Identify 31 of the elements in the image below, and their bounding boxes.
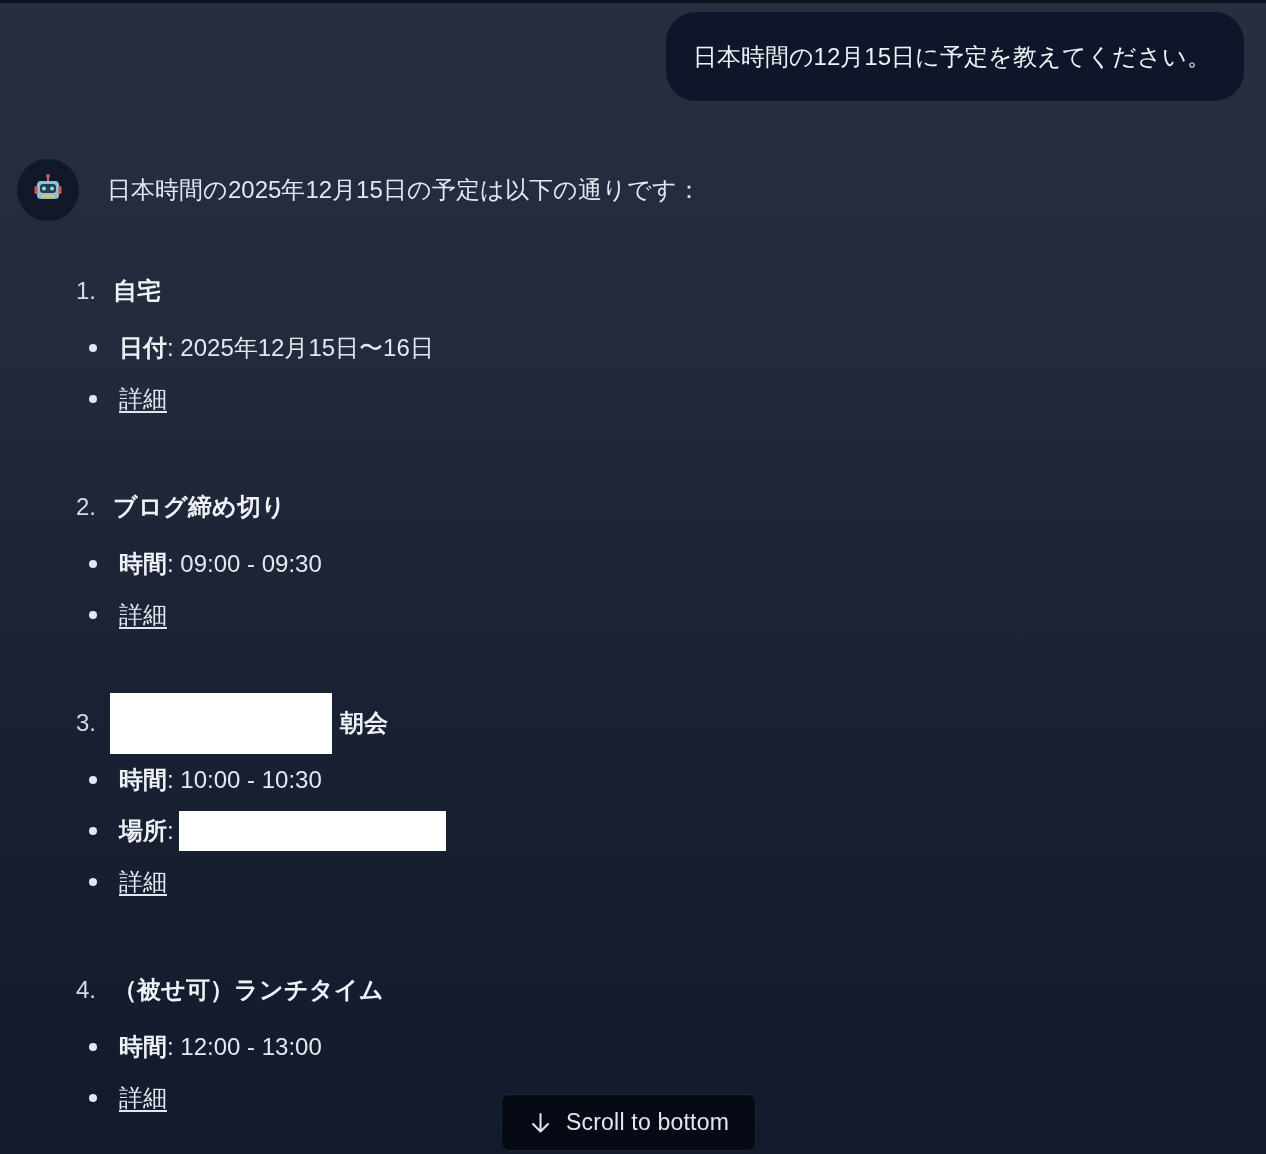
- robot-avatar-icon: [17, 159, 79, 221]
- bullet-icon: [89, 826, 97, 835]
- schedule-title: （被せ可）ランチタイム: [113, 975, 384, 1005]
- scroll-to-bottom-button[interactable]: Scroll to bottom: [501, 1094, 756, 1151]
- schedule-title: ブログ締め切り: [113, 492, 286, 522]
- detail-text: 時間: 10:00 - 10:30: [119, 764, 322, 795]
- detail-text: 時間: 12:00 - 13:00: [119, 1031, 322, 1062]
- bullet-icon: [89, 343, 97, 352]
- detail-text: 場所:: [119, 815, 174, 846]
- schedule-title: 自宅: [113, 276, 161, 306]
- list-number: 1.: [76, 276, 97, 306]
- bullet-icon: [89, 559, 97, 568]
- arrow-down-icon: [531, 1112, 550, 1133]
- list-number: 2.: [76, 492, 97, 522]
- user-message-bubble: 日本時間の12月15日に予定を教えてください。: [665, 12, 1244, 101]
- assistant-message-text: 日本時間の2025年12月15日の予定は以下の通りです：: [107, 175, 701, 205]
- bullet-icon: [89, 1042, 97, 1051]
- bullet-icon: [89, 877, 97, 886]
- schedule-title: 朝会: [340, 708, 388, 738]
- details-link[interactable]: 詳細: [119, 596, 167, 633]
- detail-text: 時間: 09:00 - 09:30: [119, 548, 322, 579]
- list-number: 4.: [76, 975, 97, 1005]
- detail-text: 日付: 2025年12月15日〜16日: [119, 332, 434, 363]
- bullet-icon: [89, 610, 97, 619]
- bullet-icon: [89, 1093, 97, 1102]
- details-link[interactable]: 詳細: [119, 1079, 167, 1116]
- details-link[interactable]: 詳細: [119, 380, 167, 417]
- bullet-icon: [89, 394, 97, 403]
- bullet-icon: [89, 775, 97, 784]
- list-number: 3.: [76, 708, 97, 738]
- details-link[interactable]: 詳細: [119, 863, 167, 900]
